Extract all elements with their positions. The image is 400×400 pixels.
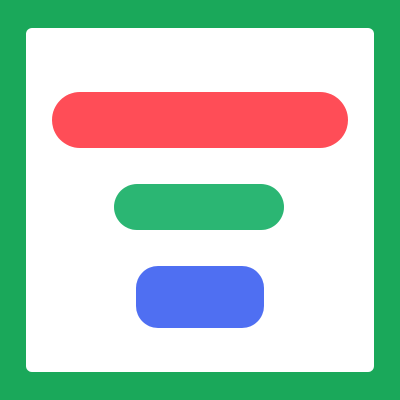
app-frame: [0, 0, 400, 400]
page-title: [26, 64, 374, 84]
tertiary-blue-button[interactable]: [136, 266, 264, 328]
primary-red-button[interactable]: [52, 92, 348, 148]
secondary-green-button[interactable]: [114, 184, 284, 230]
